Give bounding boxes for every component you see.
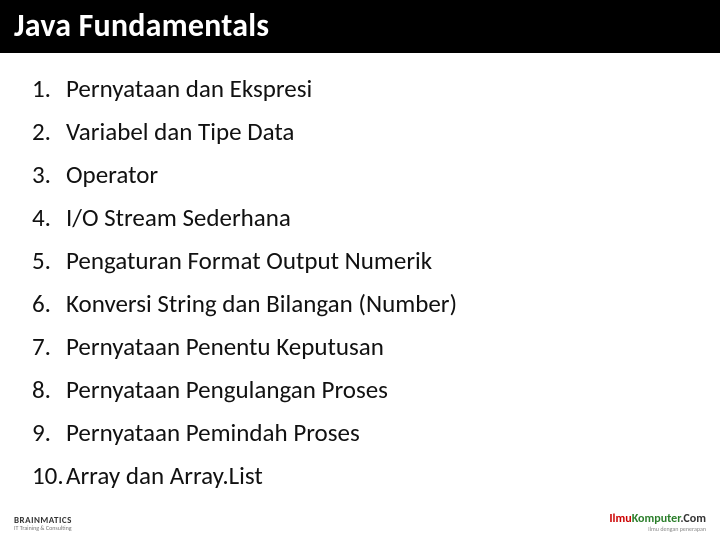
list-item: 5.Pengaturan Format Output Numerik: [32, 239, 688, 282]
list-number: 10.: [32, 454, 66, 497]
list-item: 7.Pernyataan Penentu Keputusan: [32, 325, 688, 368]
list-number: 9.: [32, 411, 66, 454]
list-number: 6.: [32, 282, 66, 325]
list-item: 8.Pernyataan Pengulangan Proses: [32, 368, 688, 411]
list-text: Array dan Array.List: [66, 454, 263, 497]
list-item: 9.Pernyataan Pemindah Proses: [32, 411, 688, 454]
list-text: Pernyataan Pengulangan Proses: [66, 368, 388, 411]
content-area: 1.Pernyataan dan Ekspresi 2.Variabel dan…: [0, 53, 720, 497]
list-text: Pernyataan Penentu Keputusan: [66, 325, 384, 368]
list-item: 2.Variabel dan Tipe Data: [32, 110, 688, 153]
list-item: 3.Operator: [32, 153, 688, 196]
list-text: Pernyataan Pemindah Proses: [66, 411, 360, 454]
footer-left-brand: BRAINMATICS IT Training & Consulting: [14, 516, 72, 532]
brand-left-tag: IT Training & Consulting: [14, 525, 72, 532]
list-text: Pernyataan dan Ekspresi: [66, 67, 312, 110]
logo-part-komputer: Komputer: [632, 512, 681, 526]
list-number: 8.: [32, 368, 66, 411]
logo-part-ilmu: Ilmu: [609, 512, 631, 526]
slide-title: Java Fundamentals: [14, 6, 706, 45]
list-text: Operator: [66, 153, 158, 196]
list-number: 4.: [32, 196, 66, 239]
topic-list: 1.Pernyataan dan Ekspresi 2.Variabel dan…: [32, 67, 688, 497]
slide: Java Fundamentals 1.Pernyataan dan Ekspr…: [0, 0, 720, 540]
footer-right-brand: IlmuKomputer.Com Ilmu dengan penerapan: [609, 513, 706, 532]
list-item: 4.I/O Stream Sederhana: [32, 196, 688, 239]
footer: BRAINMATICS IT Training & Consulting Ilm…: [14, 513, 706, 532]
list-number: 5.: [32, 239, 66, 282]
brand-right-logo: IlmuKomputer.Com: [609, 513, 706, 525]
list-number: 7.: [32, 325, 66, 368]
list-text: I/O Stream Sederhana: [66, 196, 291, 239]
list-number: 3.: [32, 153, 66, 196]
list-number: 1.: [32, 67, 66, 110]
list-number: 2.: [32, 110, 66, 153]
list-text: Variabel dan Tipe Data: [66, 110, 294, 153]
list-text: Konversi String dan Bilangan (Number): [66, 282, 457, 325]
list-text: Pengaturan Format Output Numerik: [66, 239, 432, 282]
list-item: 6.Konversi String dan Bilangan (Number): [32, 282, 688, 325]
list-item: 1.Pernyataan dan Ekspresi: [32, 67, 688, 110]
brand-right-tag: Ilmu dengan penerapan: [648, 526, 706, 532]
list-item: 10.Array dan Array.List: [32, 454, 688, 497]
logo-part-com: .Com: [680, 512, 706, 526]
title-bar: Java Fundamentals: [0, 0, 720, 53]
